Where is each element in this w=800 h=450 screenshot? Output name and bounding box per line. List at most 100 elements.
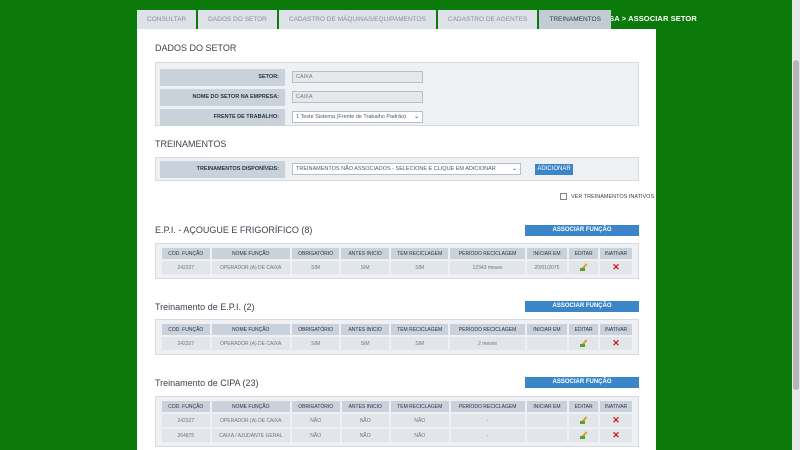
- delete-icon[interactable]: ✕: [612, 416, 620, 425]
- treinamentos-form: TREINAMENTOS DISPONÍVEIS: TREINAMENTOS N…: [155, 157, 639, 181]
- nome-setor-field[interactable]: CAIXA: [292, 91, 423, 103]
- group-title: Treinamento de E.P.I. (2): [155, 302, 255, 312]
- cell-cod: 242327: [162, 414, 210, 427]
- col-antes: ANTES INICIO: [341, 401, 389, 412]
- col-recic: TEM RECICLAGEM: [390, 324, 449, 335]
- tab-consultar[interactable]: CONSULTAR: [137, 10, 197, 29]
- cell-periodo: 12343 meses: [450, 261, 525, 274]
- table-row: 242327 OPERADOR (A) DE CAIXA NÃO NÃO NÃO…: [162, 414, 632, 427]
- cell-inativar: ✕: [600, 261, 632, 274]
- cell-obrig: SIM: [291, 337, 340, 350]
- tab-cadastro-maquinas[interactable]: CADASTRO DE MÁQUINAS/EQUIPAMENTOS: [278, 10, 436, 29]
- chevron-down-icon: ⌄: [511, 166, 517, 172]
- section-title-dados-setor: DADOS DO SETOR: [155, 43, 237, 53]
- inativos-label: VER TREINAMENTOS INATIVOS: [571, 193, 655, 200]
- frente-select[interactable]: 1 Teste Sistema (Frente de Trabalho Padr…: [292, 111, 423, 123]
- col-antes: ANTES INICIO: [341, 324, 389, 335]
- setor-label: SETOR:: [160, 68, 285, 86]
- cell-antes: NÃO: [341, 414, 389, 427]
- cell-iniciar: 20/01/2075: [526, 261, 568, 274]
- associar-funcao-button[interactable]: ASSOCIAR FUNÇÃO: [525, 301, 639, 312]
- form-row-setor: SETOR: CAIXA: [160, 67, 634, 87]
- table-header-row: COD. FUNÇÃO NOME FUNÇÃO OBRIGATÓRIO ANTE…: [162, 401, 632, 412]
- cell-nome: OPERADOR (A) DE CAIXA: [211, 261, 290, 274]
- col-iniciar: INICIAR EM: [526, 248, 568, 259]
- frente-select-value: 1 Teste Sistema (Frente de Trabalho Padr…: [296, 114, 406, 120]
- cell-cod: 242327: [162, 261, 210, 274]
- cell-nome: CAIXA / AJUDANTE GERAL: [211, 429, 290, 442]
- disponiveis-label: TREINAMENTOS DISPONÍVEIS:: [160, 160, 285, 178]
- col-antes: ANTES INICIO: [341, 248, 389, 259]
- col-cod: COD. FUNÇÃO: [162, 324, 210, 335]
- col-nome: NOME FUNÇÃO: [211, 248, 290, 259]
- inativos-toggle[interactable]: VER TREINAMENTOS INATIVOS: [560, 193, 654, 200]
- associar-funcao-button[interactable]: ASSOCIAR FUNÇÃO: [525, 377, 639, 388]
- scrollbar-thumb[interactable]: [793, 60, 799, 390]
- cell-periodo: 2 meses: [450, 337, 525, 350]
- col-inativar: INATIVAR: [600, 324, 632, 335]
- col-inativar: INATIVAR: [600, 401, 632, 412]
- cell-periodo: -: [450, 429, 525, 442]
- table-row: 264875 CAIXA / AJUDANTE GERAL NÃO NÃO NÃ…: [162, 429, 632, 442]
- edit-icon[interactable]: [579, 339, 588, 347]
- col-periodo: PERÍODO RECICLAGEM: [450, 248, 525, 259]
- col-periodo: PERÍODO RECICLAGEM: [450, 324, 525, 335]
- cell-inativar: ✕: [600, 429, 632, 442]
- adicionar-button[interactable]: ADICIONAR: [535, 163, 573, 175]
- tab-bar: CONSULTAR DADOS DO SETOR CADASTRO DE MÁQ…: [137, 10, 613, 29]
- training-table: COD. FUNÇÃO NOME FUNÇÃO OBRIGATÓRIO ANTE…: [155, 396, 639, 447]
- main-panel: DADOS DO SETOR SETOR: CAIXA NOME DO SETO…: [137, 29, 656, 450]
- edit-icon[interactable]: [579, 263, 588, 271]
- table-header-row: COD. FUNÇÃO NOME FUNÇÃO OBRIGATÓRIO ANTE…: [162, 248, 632, 259]
- col-iniciar: INICIAR EM: [526, 324, 568, 335]
- tab-dados-do-setor[interactable]: DADOS DO SETOR: [198, 10, 277, 29]
- cell-periodo: -: [450, 414, 525, 427]
- cell-inativar: ✕: [600, 414, 632, 427]
- table-header-row: COD. FUNÇÃO NOME FUNÇÃO OBRIGATÓRIO ANTE…: [162, 324, 632, 335]
- page-scrollbar[interactable]: [792, 0, 800, 450]
- col-recic: TEM RECICLAGEM: [390, 401, 449, 412]
- associar-funcao-button[interactable]: ASSOCIAR FUNÇÃO: [525, 225, 639, 236]
- col-obrig: OBRIGATÓRIO: [291, 401, 340, 412]
- training-table: COD. FUNÇÃO NOME FUNÇÃO OBRIGATÓRIO ANTE…: [155, 243, 639, 279]
- treinamentos-select-value: TREINAMENTOS NÃO ASSOCIADOS - SELECIONE …: [296, 166, 496, 172]
- section-title-treinamentos: TREINAMENTOS: [155, 139, 227, 149]
- cell-obrig: SIM: [291, 261, 340, 274]
- delete-icon[interactable]: ✕: [612, 339, 620, 348]
- cell-editar: [569, 429, 598, 442]
- cell-antes: NÃO: [341, 429, 389, 442]
- col-periodo: PERÍODO RECICLAGEM: [450, 401, 525, 412]
- cell-nome: OPERADOR (A) DE CAIXA: [211, 337, 290, 350]
- table-row: 242327 OPERADOR (A) DE CAIXA SIM SIM SIM…: [162, 337, 632, 350]
- group-title: E.P.I. - AÇOUGUE E FRIGORÍFICO (8): [155, 225, 313, 235]
- col-obrig: OBRIGATÓRIO: [291, 248, 340, 259]
- delete-icon[interactable]: ✕: [612, 263, 620, 272]
- col-nome: NOME FUNÇÃO: [211, 324, 290, 335]
- form-row-disponiveis: TREINAMENTOS DISPONÍVEIS: TREINAMENTOS N…: [160, 160, 634, 178]
- col-editar: EDITAR: [569, 324, 598, 335]
- cell-nome: OPERADOR (A) DE CAIXA: [211, 414, 290, 427]
- col-iniciar: INICIAR EM: [526, 401, 568, 412]
- tab-treinamentos[interactable]: TREINAMENTOS: [539, 10, 611, 29]
- cell-iniciar: [526, 337, 568, 350]
- tab-cadastro-agentes[interactable]: CADASTRO DE AGENTES: [437, 10, 538, 29]
- table-row: 242327 OPERADOR (A) DE CAIXA SIM SIM SIM…: [162, 261, 632, 274]
- edit-icon[interactable]: [579, 416, 588, 424]
- treinamentos-select[interactable]: TREINAMENTOS NÃO ASSOCIADOS - SELECIONE …: [292, 163, 521, 175]
- form-row-nome: NOME DO SETOR NA EMPRESA: CAIXA: [160, 87, 634, 107]
- col-recic: TEM RECICLAGEM: [390, 248, 449, 259]
- cell-obrig: NÃO: [291, 414, 340, 427]
- cell-editar: [569, 261, 598, 274]
- delete-icon[interactable]: ✕: [612, 431, 620, 440]
- setor-field[interactable]: CAIXA: [292, 71, 423, 83]
- group-title: Treinamento de CIPA (23): [155, 378, 259, 388]
- cell-inativar: ✕: [600, 337, 632, 350]
- cell-recic: NÃO: [390, 429, 449, 442]
- cell-recic: NÃO: [390, 414, 449, 427]
- col-cod: COD. FUNÇÃO: [162, 401, 210, 412]
- frente-label: FRENTE DE TRABALHO:: [160, 108, 285, 126]
- cell-antes: SIM: [341, 337, 389, 350]
- nome-setor-label: NOME DO SETOR NA EMPRESA:: [160, 88, 285, 106]
- edit-icon[interactable]: [579, 431, 588, 439]
- inativos-checkbox[interactable]: [560, 193, 567, 200]
